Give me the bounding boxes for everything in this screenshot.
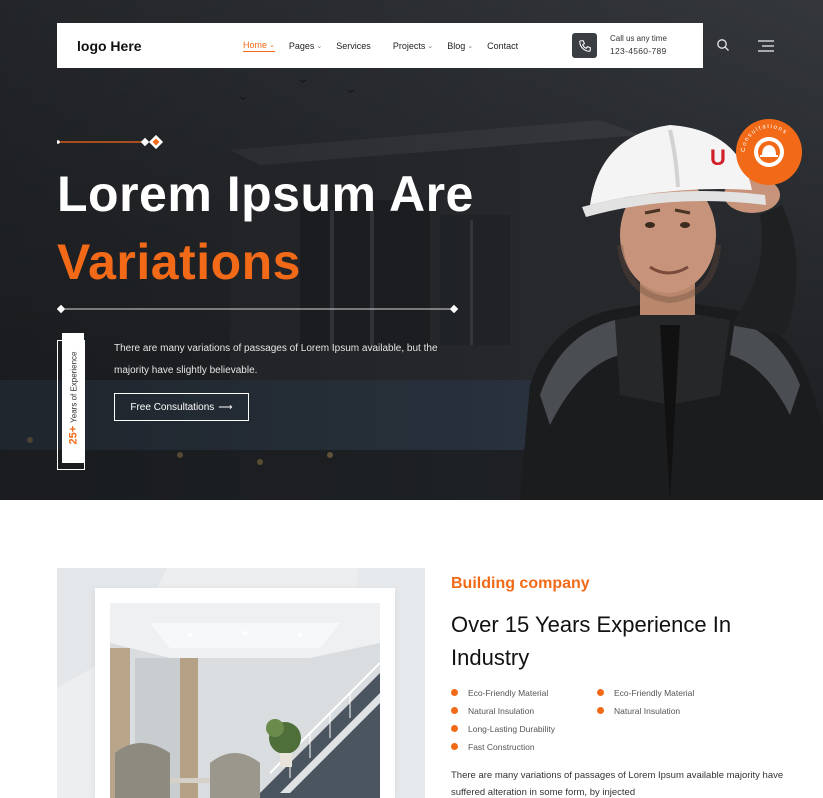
feature-label: Fast Construction <box>468 741 535 752</box>
feature-label: Eco-Friendly Material <box>468 687 549 698</box>
feature-item: Fast Construction <box>451 740 597 753</box>
top-navbar: logo Here Home ⌄ Pages ⌄ Services Projects… <box>57 23 703 68</box>
menu-icon[interactable] <box>758 40 774 52</box>
nav-item-pages[interactable]: Pages ⌄ <box>289 41 322 51</box>
feature-label: Natural Insulation <box>468 705 535 716</box>
experience-badge: 25+ Years of Experience <box>62 333 84 463</box>
cta-label: Free Consultations <box>130 401 215 413</box>
feature-label: Eco-Friendly Material <box>614 687 695 698</box>
call-label: Call us any time <box>610 34 667 43</box>
chevron-down-icon: ⌄ <box>316 42 323 50</box>
interior-staircase-photo <box>110 603 380 798</box>
feature-label: Natural Insulation <box>614 705 681 716</box>
chevron-down-icon: ⌄ <box>467 42 474 50</box>
feature-item: Natural Insulation <box>451 704 597 717</box>
nav-item-home[interactable]: Home ⌄ <box>243 40 275 52</box>
hero-title-line1: Lorem Ipsum Are <box>57 166 474 222</box>
feature-item: Eco-Friendly Material <box>597 686 757 699</box>
experience-label: Years of Experience <box>69 351 79 423</box>
about-description: There are many variations of passages of… <box>451 770 784 798</box>
feature-item: Eco-Friendly Material <box>451 686 597 699</box>
feature-item: Long-Lasting Durability <box>451 722 597 735</box>
nav-item-label: Services <box>336 40 371 51</box>
nav-item-label: Projects <box>392 40 426 51</box>
nav-item-label: Pages <box>288 40 315 51</box>
decorative-divider <box>57 304 459 314</box>
bullet-dot <box>597 689 604 696</box>
free-consultations-button[interactable]: Free Consultations ⟶ <box>114 393 249 421</box>
logo[interactable]: logo Here <box>77 38 237 54</box>
main-nav: Home ⌄ Pages ⌄ Services Projects ⌄ Blog ⌄ Co… <box>243 40 532 52</box>
bullet-dot <box>597 707 604 714</box>
decorative-line-top <box>57 135 164 149</box>
nav-item-contact[interactable]: Contact <box>487 41 518 51</box>
nav-item-label: Blog <box>447 40 466 51</box>
feature-label: Long-Lasting Durability <box>468 723 555 734</box>
nav-item-blog[interactable]: Blog ⌄ <box>447 41 473 51</box>
about-title: Over 15 Years Experience In Industry <box>451 612 732 670</box>
nav-item-label: Contact <box>487 40 519 51</box>
feature-list: Eco-Friendly Material Eco-Friendly Mater… <box>451 686 771 753</box>
call-number[interactable]: 123-4560-789 <box>610 46 667 56</box>
nav-item-label: Home <box>243 39 268 50</box>
bullet-dot <box>451 707 458 714</box>
bullet-dot <box>451 689 458 696</box>
bullet-dot <box>451 725 458 732</box>
experience-text: 25+ Years of Experience <box>67 352 79 445</box>
search-icon[interactable] <box>716 38 730 52</box>
feature-item: Natural Insulation <box>597 704 757 717</box>
feature-empty <box>597 740 757 753</box>
about-eyebrow: Building company <box>451 575 590 592</box>
call-info: Call us any time 123-4560-789 <box>610 34 667 56</box>
chevron-down-icon: ⌄ <box>427 42 434 50</box>
experience-number: 25+ <box>67 425 80 445</box>
arrow-right-icon: ⟶ <box>218 401 233 413</box>
svg-text:U: U <box>710 145 726 170</box>
consult-stamp-badge: Consultations <box>736 119 802 185</box>
chevron-down-icon: ⌄ <box>269 41 275 49</box>
hero-description: There are many variations of passages of… <box>114 343 438 376</box>
feature-empty <box>597 722 757 735</box>
bullet-dot <box>451 743 458 750</box>
phone-icon[interactable] <box>572 33 597 58</box>
hero-title-line2: Variations <box>57 234 301 290</box>
nav-item-projects[interactable]: Projects ⌄ <box>393 41 433 51</box>
nav-item-services[interactable]: Services <box>336 41 371 51</box>
